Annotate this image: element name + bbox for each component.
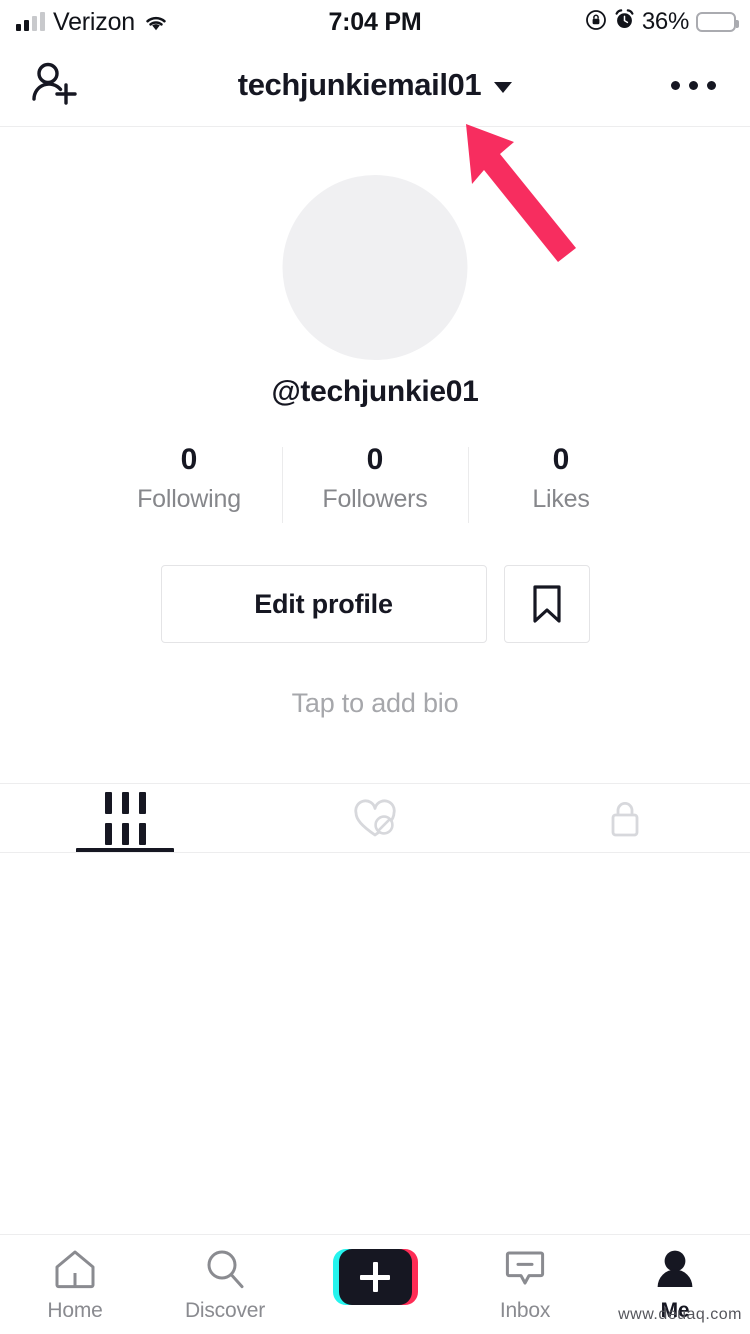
following-label: Following [137, 485, 241, 513]
heart-slash-icon [354, 798, 396, 836]
header-username: techjunkiemail01 [237, 67, 482, 102]
rotation-lock-icon [585, 9, 607, 36]
alarm-clock-icon [614, 9, 635, 35]
likes-count: 0 [552, 443, 570, 476]
lock-icon [611, 801, 639, 836]
battery-percent-label: 36% [641, 8, 689, 35]
stat-following[interactable]: 0 Following [97, 445, 282, 512]
video-grid-empty [0, 853, 750, 1234]
stat-followers[interactable]: 0 Followers [283, 445, 468, 512]
person-icon [657, 1250, 693, 1287]
grid-icon [104, 792, 146, 845]
inbox-icon [505, 1251, 545, 1285]
profile-actions: Edit profile [0, 565, 750, 643]
battery-icon [696, 12, 739, 32]
avatar[interactable] [282, 175, 468, 360]
following-count: 0 [180, 443, 198, 476]
bookmark-button[interactable] [503, 565, 590, 643]
followers-label: Followers [322, 485, 428, 513]
nav-item-discover[interactable]: Discover [150, 1235, 300, 1334]
profile-handle: @techjunkie01 [271, 375, 479, 408]
status-bar: Verizon 7:04 PM 36% [0, 0, 750, 44]
nav-item-create[interactable] [300, 1235, 450, 1334]
create-plus-icon [332, 1249, 418, 1305]
likes-label: Likes [532, 485, 590, 513]
search-icon [207, 1250, 244, 1289]
tab-liked[interactable] [250, 784, 500, 853]
chevron-down-icon [494, 81, 513, 93]
home-icon [55, 1250, 95, 1289]
phone-screen: Verizon 7:04 PM 36% techjunkiemail01 @te… [0, 0, 750, 1334]
profile-header: techjunkiemail01 [0, 44, 750, 127]
edit-profile-button[interactable]: Edit profile [160, 565, 487, 643]
account-switcher[interactable]: techjunkiemail01 [0, 67, 750, 103]
tab-videos[interactable] [0, 784, 250, 854]
bio-placeholder[interactable]: Tap to add bio [0, 688, 750, 719]
nav-label-discover: Discover [184, 1299, 266, 1322]
profile-stats: 0 Following 0 Followers 0 Likes [0, 445, 750, 523]
site-watermark: www.deuaq.com [618, 1306, 742, 1323]
nav-item-inbox[interactable]: Inbox [450, 1235, 600, 1334]
bookmark-icon [532, 585, 561, 623]
more-options-icon [671, 80, 716, 90]
status-bar-right: 36% [585, 0, 739, 44]
followers-count: 0 [366, 443, 384, 476]
nav-label-inbox: Inbox [499, 1299, 551, 1322]
nav-item-home[interactable]: Home [0, 1235, 150, 1334]
more-options-button[interactable] [671, 80, 716, 90]
content-tabs [0, 783, 750, 854]
tab-private[interactable] [500, 784, 750, 853]
stat-likes[interactable]: 0 Likes [469, 445, 654, 512]
nav-label-home: Home [47, 1299, 103, 1322]
